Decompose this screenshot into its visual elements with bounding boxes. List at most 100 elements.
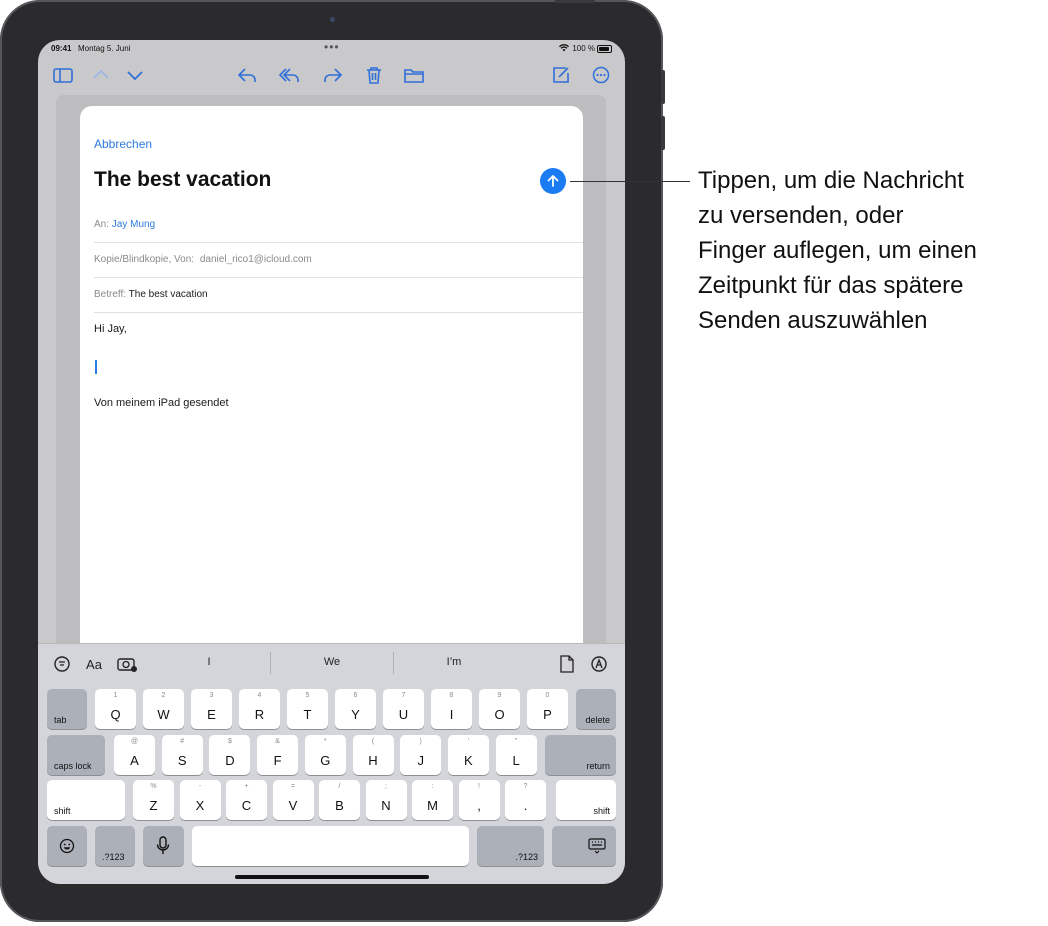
- key-x[interactable]: -X: [179, 780, 221, 820]
- key-label: Z: [149, 798, 158, 813]
- to-label: An:: [94, 219, 110, 230]
- trash-icon[interactable]: [363, 64, 385, 86]
- key-label: R: [254, 707, 265, 722]
- key-j[interactable]: ) J: [400, 735, 442, 775]
- key-label: O: [494, 707, 505, 722]
- space-bar[interactable]: [192, 826, 469, 866]
- key-g[interactable]: * G: [304, 735, 346, 775]
- key-.[interactable]: ?.: [505, 780, 546, 820]
- key-b[interactable]: / B: [319, 780, 360, 820]
- key-e[interactable]: 3E: [191, 689, 232, 729]
- hide-keyboard-key[interactable]: [552, 826, 616, 866]
- reply-all-icon[interactable]: [278, 64, 300, 86]
- key-y[interactable]: 6Y: [335, 689, 376, 729]
- key-hint: (: [371, 738, 375, 745]
- more-icon[interactable]: [590, 64, 612, 86]
- send-button[interactable]: [540, 168, 566, 194]
- dictation-key[interactable]: [143, 826, 184, 866]
- format-button[interactable]: Aa: [82, 655, 106, 675]
- callout-text: Tippen, um die Nachricht zu versenden, o…: [698, 163, 1043, 338]
- key-f[interactable]: & F: [257, 735, 299, 775]
- chevron-down-icon[interactable]: [124, 64, 146, 86]
- key-label: U: [398, 707, 409, 722]
- ipad-screen: 09:41 Montag 5. Juni ••• 100 % Abbrechen…: [38, 40, 625, 884]
- key-q[interactable]: 1Q: [95, 689, 136, 729]
- key-,[interactable]: !,: [458, 780, 500, 820]
- key-hint: 6: [353, 692, 358, 699]
- key-hint: &: [275, 738, 280, 745]
- forward-icon[interactable]: [322, 64, 344, 86]
- chevron-up-icon[interactable]: [90, 64, 112, 86]
- emoji-icon: [59, 838, 75, 854]
- key-u[interactable]: 7U: [383, 689, 424, 729]
- text-effects-icon[interactable]: [52, 655, 72, 675]
- key-hint: !: [478, 783, 480, 790]
- divider: [94, 242, 583, 243]
- delete-key[interactable]: delete: [576, 689, 616, 729]
- key-z[interactable]: % Z: [133, 780, 174, 820]
- keyboard-hide-icon: [588, 838, 606, 854]
- reply-icon[interactable]: [236, 64, 258, 86]
- key-l[interactable]: " L: [495, 735, 537, 775]
- signature[interactable]: Von meinem iPad gesendet: [94, 397, 229, 409]
- numbers-key-left[interactable]: .?123: [95, 826, 135, 866]
- key-m[interactable]: :M: [412, 780, 453, 820]
- document-scan-icon[interactable]: [557, 655, 577, 675]
- front-camera: [330, 17, 335, 22]
- camera-icon[interactable]: [114, 655, 140, 675]
- folder-icon[interactable]: [403, 64, 425, 86]
- key-hint: *: [323, 738, 327, 745]
- key-hint: 4: [257, 692, 262, 699]
- markup-icon[interactable]: [589, 655, 609, 675]
- wifi-icon: [559, 44, 569, 54]
- key-s[interactable]: # S: [161, 735, 203, 775]
- key-hint: 2: [161, 692, 166, 699]
- emoji-key[interactable]: [47, 826, 87, 866]
- suggestion-3[interactable]: I’m: [414, 656, 494, 668]
- key-o[interactable]: 9O: [479, 689, 520, 729]
- key-k[interactable]: ’ K: [447, 735, 489, 775]
- key-hint: 3: [209, 692, 214, 699]
- shift-right-key[interactable]: shift: [556, 780, 616, 820]
- key-label: .: [523, 798, 528, 813]
- shift-left-key[interactable]: shift: [47, 780, 125, 820]
- body-greeting[interactable]: Hi Jay,: [94, 323, 127, 335]
- volume-button: [661, 116, 665, 150]
- cc-from-field[interactable]: Kopie/Blindkopie, Von: daniel_rico1@iclo…: [94, 254, 312, 265]
- callout-line: zu versenden, oder: [698, 202, 904, 229]
- key-label: D: [225, 753, 235, 768]
- key-hint: 7: [401, 692, 406, 699]
- suggestion-2[interactable]: We: [292, 656, 372, 668]
- key-t[interactable]: 5T: [287, 689, 328, 729]
- key-c[interactable]: + C: [226, 780, 267, 820]
- subject-field[interactable]: Betreff: The best vacation: [94, 289, 208, 300]
- caps-lock-key[interactable]: caps lock: [47, 735, 105, 775]
- numbers-key-right[interactable]: .?123: [477, 826, 544, 866]
- tab-key[interactable]: tab: [47, 689, 87, 729]
- key-hint: @: [130, 738, 139, 745]
- compose-title: The best vacation: [94, 168, 272, 191]
- key-label: N: [381, 798, 391, 813]
- key-i[interactable]: 8I: [431, 689, 472, 729]
- key-h[interactable]: (H: [352, 735, 394, 775]
- key-p[interactable]: 0P: [527, 689, 568, 729]
- return-key[interactable]: return: [545, 735, 616, 775]
- key-label: V: [288, 798, 298, 813]
- key-w[interactable]: 2W: [143, 689, 184, 729]
- key-d[interactable]: $ D: [209, 735, 251, 775]
- to-recipient[interactable]: Jay Mung: [112, 219, 155, 230]
- key-label: S: [177, 753, 187, 768]
- cancel-button[interactable]: Abbrechen: [94, 137, 152, 151]
- key-n[interactable]: ; N: [365, 780, 407, 820]
- key-a[interactable]: @ A: [114, 735, 155, 775]
- compose-icon[interactable]: [550, 64, 572, 86]
- text-cursor: [95, 360, 97, 374]
- key-r[interactable]: 4R: [239, 689, 280, 729]
- key-label: E: [207, 707, 216, 722]
- to-field[interactable]: An: Jay Mung: [94, 219, 155, 230]
- multitasking-dots-icon[interactable]: •••: [324, 40, 340, 54]
- key-label: W: [157, 707, 170, 722]
- sidebar-icon[interactable]: [52, 64, 74, 86]
- suggestion-1[interactable]: I: [169, 656, 249, 668]
- key-v[interactable]: = V: [272, 780, 314, 820]
